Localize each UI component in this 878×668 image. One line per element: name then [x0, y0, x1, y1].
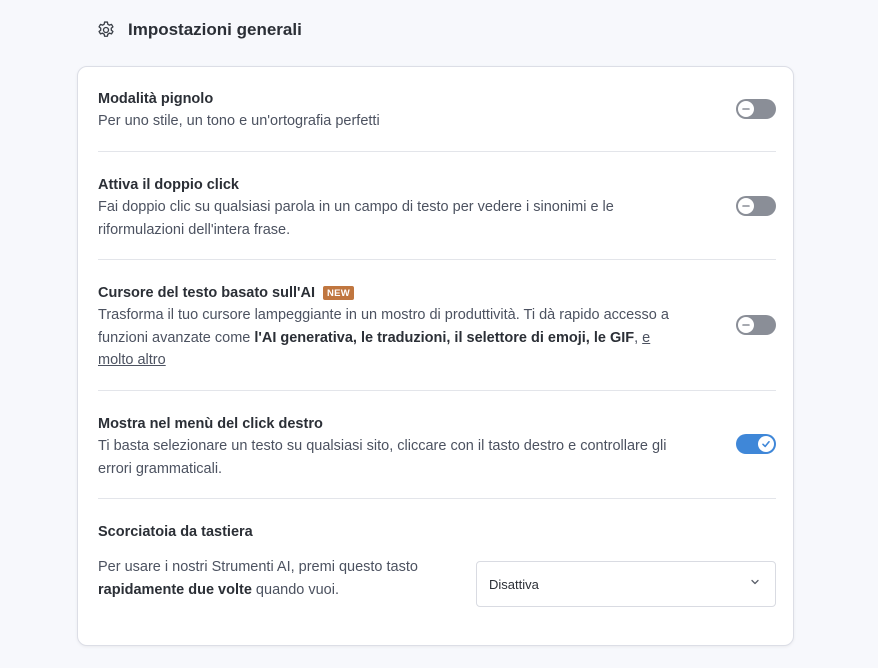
right-click-toggle[interactable] — [736, 434, 776, 454]
minus-icon — [742, 108, 750, 110]
setting-ai-cursor: Cursore del testo basato sull'AI NEW Tra… — [98, 283, 776, 393]
ai-cursor-toggle[interactable] — [736, 315, 776, 335]
setting-title: Mostra nel menù del click destro — [98, 414, 776, 434]
minus-icon — [742, 205, 750, 207]
toggle-knob — [738, 101, 754, 117]
setting-title: Modalità pignolo — [98, 89, 776, 109]
setting-title-text: Mostra nel menù del click destro — [98, 416, 323, 432]
setting-description: Per usare i nostri Strumenti AI, premi q… — [98, 556, 448, 601]
setting-title: Scorciatoia da tastiera — [98, 522, 776, 542]
setting-description: Trasforma il tuo cursore lampeggiante in… — [98, 304, 678, 372]
gear-icon — [96, 20, 116, 40]
setting-description: Ti basta selezionare un testo su qualsia… — [98, 438, 667, 477]
chevron-down-icon — [749, 575, 761, 593]
setting-title: Attiva il doppio click — [98, 175, 776, 195]
setting-title: Cursore del testo basato sull'AI NEW — [98, 283, 776, 303]
description-text: Per usare i nostri Strumenti AI, premi q… — [98, 559, 418, 575]
description-bold: l'AI generativa, le traduzioni, il selet… — [254, 329, 635, 346]
page-header: Impostazioni generali — [96, 20, 302, 40]
setting-description: Fai doppio clic su qualsiasi parola in u… — [98, 199, 614, 238]
divider — [98, 151, 776, 152]
description-text: quando vuoi. — [251, 581, 339, 598]
setting-title-text: Attiva il doppio click — [98, 177, 239, 193]
settings-card: Modalità pignolo Per uno stile, un tono … — [77, 66, 794, 646]
check-icon — [762, 440, 770, 448]
setting-doppio-click: Attiva il doppio click Fai doppio clic s… — [98, 175, 776, 261]
toggle-knob — [738, 198, 754, 214]
pignolo-toggle[interactable] — [736, 99, 776, 119]
new-badge: NEW — [322, 286, 355, 300]
setting-pignolo: Modalità pignolo Per uno stile, un tono … — [98, 89, 776, 153]
setting-right-click: Mostra nel menù del click destro Ti bast… — [98, 414, 776, 500]
divider — [98, 390, 776, 391]
toggle-knob — [738, 317, 754, 333]
minus-icon — [742, 324, 750, 326]
setting-description: Per uno stile, un tono e un'ortografia p… — [98, 113, 380, 129]
divider — [98, 259, 776, 260]
description-bold: rapidamente due volte — [98, 581, 252, 598]
page-title: Impostazioni generali — [128, 20, 302, 39]
setting-title-text: Cursore del testo basato sull'AI — [98, 285, 315, 301]
description-comma: , — [634, 329, 639, 346]
divider — [98, 498, 776, 499]
doppio-click-toggle[interactable] — [736, 196, 776, 216]
setting-title-text: Scorciatoia da tastiera — [98, 524, 253, 540]
setting-title-text: Modalità pignolo — [98, 91, 214, 107]
toggle-knob — [758, 436, 774, 452]
shortcut-select-value: Disattiva — [489, 576, 539, 592]
setting-shortcut: Scorciatoia da tastiera Per usare i nost… — [98, 522, 776, 622]
shortcut-select[interactable]: Disattiva — [476, 561, 776, 607]
